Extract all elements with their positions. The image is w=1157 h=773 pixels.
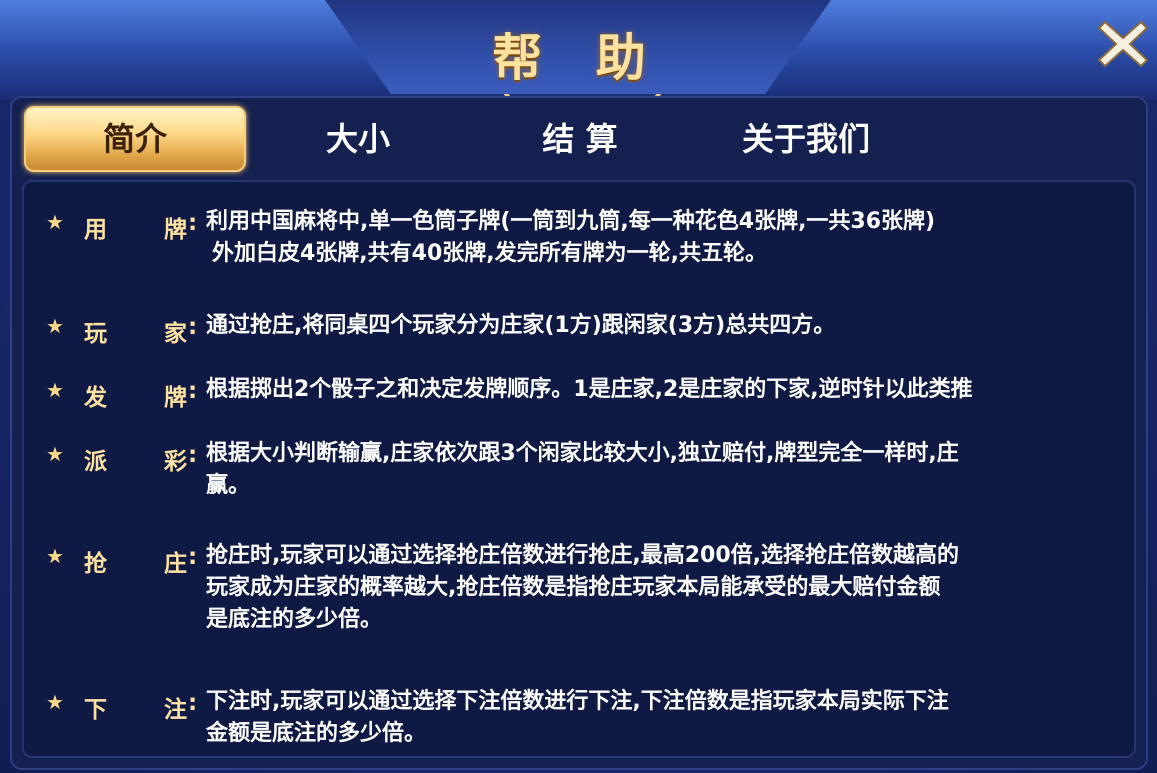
rule-label: 家 [164, 321, 187, 347]
tab-intro[interactable]: 简介 [24, 106, 246, 172]
star-icon: ★ [46, 210, 64, 234]
rule-label: 牌 [164, 385, 187, 411]
tab-size[interactable]: 大小 [268, 108, 448, 170]
rule-description: 通过抢庄,将同桌四个玩家分为庄家(1方)跟闲家(3方)总共四方。 [206, 313, 836, 338]
rule-label: 牌 [164, 217, 187, 243]
rules-content: ★ 用 牌 : 利用中国麻将中,单一色筒子牌(一筒到九筒,每一种花色4张牌,一共… [22, 180, 1136, 758]
tab-settlement[interactable]: 结 算 [490, 108, 670, 170]
rule-label: 下 [84, 697, 107, 723]
rule-description: 根据大小判断输赢,庄家依次跟3个闲家比较大小,独立赔付,牌型完全一样时,庄 赢。 [206, 441, 959, 498]
star-icon: ★ [46, 314, 64, 338]
rule-label: 注 [164, 697, 187, 723]
rule-colon: : [188, 544, 198, 570]
star-icon: ★ [46, 544, 64, 568]
close-icon [1097, 20, 1149, 68]
tab-about-us[interactable]: 关于我们 [706, 108, 906, 170]
rule-label: 派 [84, 449, 107, 475]
rule-colon: : [188, 690, 198, 716]
close-button[interactable] [1093, 14, 1153, 74]
rule-label: 用 [84, 217, 107, 243]
star-icon: ★ [46, 690, 64, 714]
dialog-title: 帮 助 [492, 29, 664, 87]
rule-label: 玩 [84, 321, 107, 347]
rule-label: 庄 [164, 551, 187, 577]
help-dialog: 帮 助 简介 大小 结 算 关于我们 ★ 用 牌 : 利用中国麻将中,单一色筒子… [0, 0, 1157, 773]
rule-label: 彩 [164, 449, 187, 475]
star-icon: ★ [46, 378, 64, 402]
rule-description: 根据掷出2个骰子之和决定发牌顺序。1是庄家,2是庄家的下家,逆时针以此类推 [206, 377, 973, 402]
rule-colon: : [188, 378, 198, 404]
rule-description: 抢庄时,玩家可以通过选择抢庄倍数进行抢庄,最高200倍,选择抢庄倍数越高的 玩家… [206, 543, 959, 632]
rule-colon: : [188, 314, 198, 340]
star-icon: ★ [46, 442, 64, 466]
rule-colon: : [188, 442, 198, 468]
rule-description: 利用中国麻将中,单一色筒子牌(一筒到九筒,每一种花色4张牌,一共36张牌) 外加… [206, 209, 936, 266]
rule-description: 下注时,玩家可以通过选择下注倍数进行下注,下注倍数是指玩家本局实际下注 金额是底… [206, 689, 949, 746]
rule-colon: : [188, 210, 198, 236]
rule-label: 抢 [84, 551, 107, 577]
rule-label: 发 [84, 385, 107, 411]
